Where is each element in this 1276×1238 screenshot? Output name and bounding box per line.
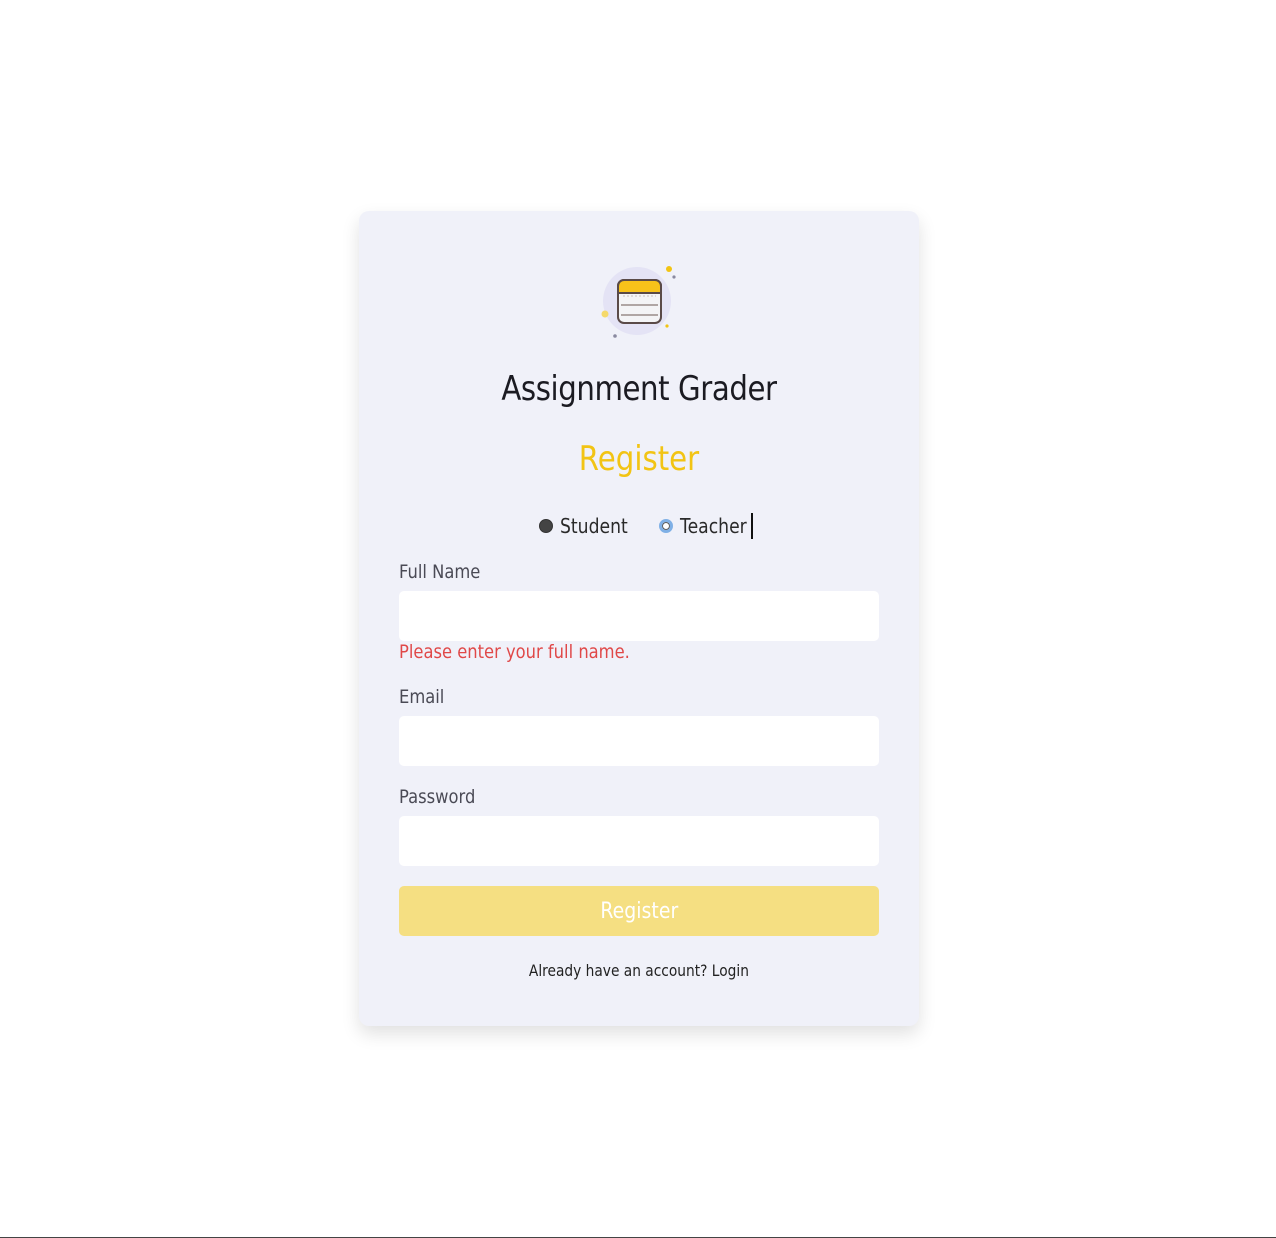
password-input[interactable] xyxy=(399,816,879,866)
email-input[interactable] xyxy=(399,716,879,766)
form-heading: Register xyxy=(578,439,700,479)
role-student-radio[interactable] xyxy=(539,519,553,533)
register-card: Assignment Grader Register Student Teach… xyxy=(359,211,919,1026)
role-teacher-radio[interactable] xyxy=(658,519,673,533)
register-button[interactable]: Register xyxy=(399,886,879,936)
register-button-label: Register xyxy=(600,898,678,924)
login-link[interactable]: Already have an account? Login xyxy=(359,961,919,980)
role-teacher-option[interactable]: Teacher xyxy=(658,513,754,539)
role-student-option[interactable]: Student xyxy=(539,514,639,538)
login-link-label: Already have an account? Login xyxy=(528,961,750,980)
role-selector: Student Teacher xyxy=(539,511,773,541)
role-student-label: Student xyxy=(560,514,628,538)
email-label: Email xyxy=(399,686,445,708)
password-label: Password xyxy=(399,786,476,808)
full-name-input[interactable] xyxy=(399,591,879,641)
app-title: Assignment Grader xyxy=(501,369,777,409)
role-teacher-label: Teacher xyxy=(679,514,747,538)
full-name-error: Please enter your full name. xyxy=(399,641,630,663)
text-cursor xyxy=(751,513,754,539)
full-name-label: Full Name xyxy=(399,561,481,583)
notepad-icon xyxy=(601,266,676,338)
